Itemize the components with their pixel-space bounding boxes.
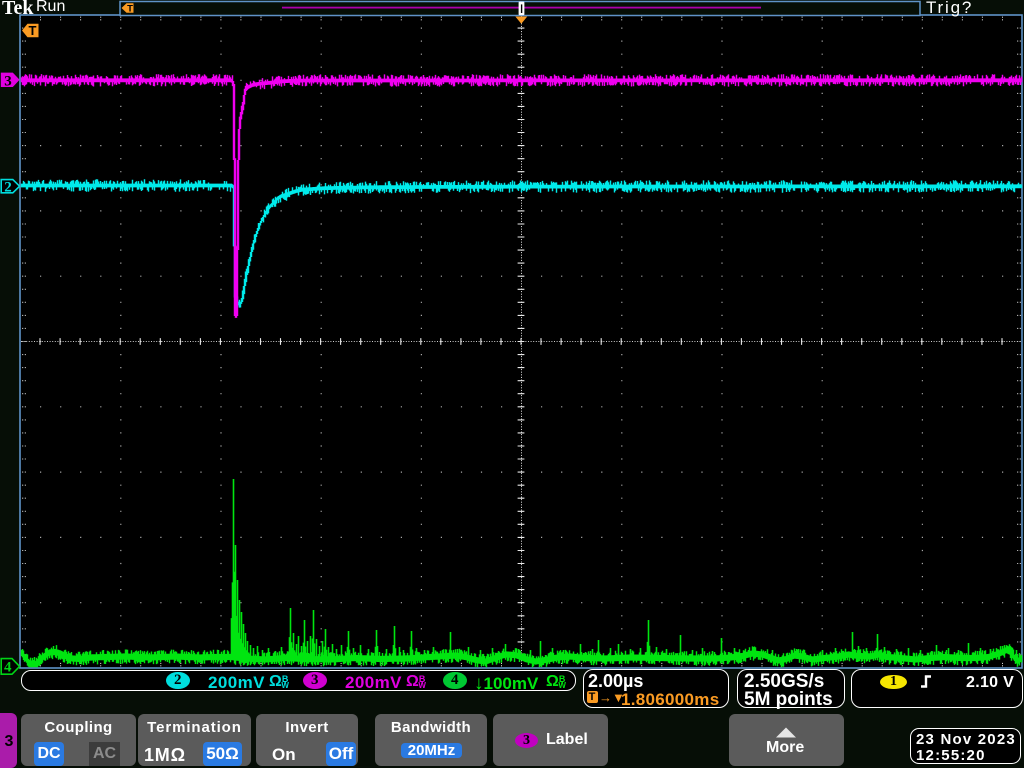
svg-text:3: 3 [4, 73, 12, 89]
svg-text:T: T [29, 23, 37, 38]
svg-text:4: 4 [4, 660, 12, 676]
svg-text:2: 2 [4, 180, 12, 196]
svg-text:T: T [127, 3, 133, 14]
